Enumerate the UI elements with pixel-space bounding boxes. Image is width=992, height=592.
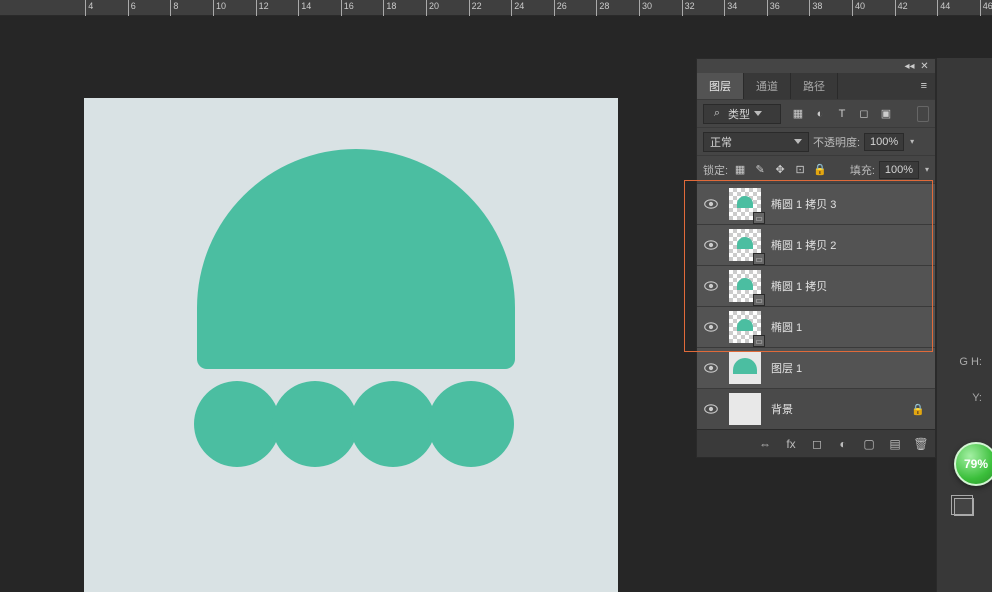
filter-adjustment-icon[interactable]: ◐ [813, 107, 827, 121]
panel-group-icon[interactable] [954, 498, 974, 516]
lock-label: 锁定: [703, 162, 728, 178]
lock-icon: 🔒 [911, 403, 925, 416]
layer-thumbnail[interactable]: ▭ [729, 188, 761, 220]
opacity-value: 100% [870, 136, 898, 148]
zoom-badge[interactable]: 79% [954, 442, 992, 486]
layer-row[interactable]: ▭ 椭圆 1 拷贝 3 [697, 183, 935, 224]
document-canvas[interactable] [84, 98, 618, 592]
jellyfish-bump-3 [350, 381, 436, 467]
chevron-down-icon[interactable]: ▾ [910, 137, 914, 146]
panel-titlebar: ◂◂ ✕ [697, 59, 935, 73]
layers-panel-footer: ⇔ fx ◻ ◐ ▢ ▤ 🗑 [697, 429, 935, 457]
layer-row[interactable]: 背景 🔒 [697, 388, 935, 429]
jellyfish-body-shape [197, 149, 515, 369]
opacity-input[interactable]: 100% [864, 133, 904, 151]
filter-type-icon[interactable]: T [835, 107, 849, 121]
fill-value: 100% [885, 164, 913, 176]
lock-fill-row: 锁定: ▦ ✎ ✥ ⊡ 🔒 填充: 100% ▾ [697, 155, 935, 183]
layer-row[interactable]: 图层 1 [697, 347, 935, 388]
chevron-down-icon [754, 111, 762, 116]
layer-thumbnail[interactable]: ▭ [729, 229, 761, 261]
visibility-toggle[interactable] [697, 281, 725, 291]
layer-name[interactable]: 椭圆 1 拷贝 2 [771, 237, 836, 253]
layer-row[interactable]: ▭ 椭圆 1 拷贝 2 [697, 224, 935, 265]
filter-type-dropdown[interactable]: ⌕ 类型 [703, 104, 781, 124]
fill-label: 填充: [850, 162, 875, 178]
search-icon: ⌕ [710, 107, 724, 121]
tab-layers[interactable]: 图层 [697, 73, 744, 99]
tab-channels-label: 通道 [756, 78, 778, 94]
visibility-toggle[interactable] [697, 322, 725, 332]
collapse-panel-icon[interactable]: ◂◂ [905, 62, 914, 71]
visibility-toggle[interactable] [697, 240, 725, 250]
layer-thumbnail[interactable]: ▭ [729, 270, 761, 302]
lock-transparency-icon[interactable]: ▦ [732, 163, 748, 177]
blend-mode-value: 正常 [710, 134, 732, 150]
horizontal-ruler: 4681012141618202224262830323436384042444… [0, 0, 992, 16]
tab-layers-label: 图层 [709, 78, 731, 94]
tab-paths[interactable]: 路径 [791, 73, 838, 99]
layer-row[interactable]: ▭ 椭圆 1 拷贝 [697, 265, 935, 306]
filter-smart-icon[interactable]: ▣ [879, 107, 893, 121]
jellyfish-bump-2 [272, 381, 358, 467]
blend-mode-dropdown[interactable]: 正常 [703, 132, 809, 152]
layer-name[interactable]: 图层 1 [771, 360, 802, 376]
layers-panel: ◂◂ ✕ 图层 通道 路径 ≡ ⌕ 类型 ▦ ◐ T ◻ ▣ 正常 不透明度: … [696, 58, 936, 458]
layer-name[interactable]: 椭圆 1 拷贝 3 [771, 196, 836, 212]
properties-y-label: Y: [972, 392, 982, 404]
lock-all-icon[interactable]: 🔒 [812, 163, 828, 177]
shape-sublayer-icon: ▭ [753, 294, 765, 306]
shape-sublayer-icon: ▭ [753, 212, 765, 224]
opacity-label: 不透明度: [813, 134, 860, 150]
canvas-area [0, 16, 700, 592]
lock-pixels-icon[interactable]: ✎ [752, 163, 768, 177]
jellyfish-bump-1 [194, 381, 280, 467]
shape-sublayer-icon: ▭ [753, 253, 765, 265]
layer-name[interactable]: 椭圆 1 拷贝 [771, 278, 827, 294]
adjustment-layer-icon[interactable]: ◐ [835, 436, 851, 452]
tab-paths-label: 路径 [803, 78, 825, 94]
visibility-toggle[interactable] [697, 363, 725, 373]
chevron-down-icon [794, 139, 802, 144]
layer-group-icon[interactable]: ▢ [861, 436, 877, 452]
filter-pixel-icon[interactable]: ▦ [791, 107, 805, 121]
panel-tabs: 图层 通道 路径 ≡ [697, 73, 935, 99]
layer-thumbnail[interactable]: ▭ [729, 311, 761, 343]
delete-layer-icon[interactable]: 🗑 [913, 436, 929, 452]
filter-icons-group: ▦ ◐ T ◻ ▣ [791, 107, 893, 121]
layer-name[interactable]: 背景 [771, 401, 793, 417]
layer-row[interactable]: ▭ 椭圆 1 [697, 306, 935, 347]
lock-position-icon[interactable]: ✥ [772, 163, 788, 177]
layer-mask-icon[interactable]: ◻ [809, 436, 825, 452]
layers-list: ▭ 椭圆 1 拷贝 3 ▭ 椭圆 1 拷贝 2 ▭ 椭圆 1 拷贝 ▭ 椭圆 1 图层 1 背景 🔒 [697, 183, 935, 429]
filter-type-label: 类型 [728, 106, 750, 122]
blend-opacity-row: 正常 不透明度: 100% ▾ [697, 127, 935, 155]
layer-thumbnail[interactable] [729, 393, 761, 425]
layer-filter-row: ⌕ 类型 ▦ ◐ T ◻ ▣ [697, 99, 935, 127]
filter-shape-icon[interactable]: ◻ [857, 107, 871, 121]
new-layer-icon[interactable]: ▤ [887, 436, 903, 452]
lock-artboard-icon[interactable]: ⊡ [792, 163, 808, 177]
collapsed-panel-strip[interactable]: G H: Y: [936, 58, 992, 592]
shape-sublayer-icon: ▭ [753, 335, 765, 347]
link-layers-icon[interactable]: ⇔ [757, 436, 773, 452]
visibility-toggle[interactable] [697, 199, 725, 209]
fill-input[interactable]: 100% [879, 161, 919, 179]
jellyfish-bump-4 [428, 381, 514, 467]
close-panel-icon[interactable]: ✕ [920, 62, 929, 71]
filter-toggle-switch[interactable] [917, 106, 929, 122]
layer-name[interactable]: 椭圆 1 [771, 319, 802, 335]
zoom-badge-value: 79% [964, 457, 988, 471]
visibility-toggle[interactable] [697, 404, 725, 414]
properties-gh-label: G H: [959, 356, 982, 368]
layer-style-icon[interactable]: fx [783, 436, 799, 452]
tab-channels[interactable]: 通道 [744, 73, 791, 99]
layer-thumbnail[interactable] [729, 352, 761, 384]
chevron-down-icon[interactable]: ▾ [925, 165, 929, 174]
panel-menu-icon[interactable]: ≡ [913, 73, 935, 99]
